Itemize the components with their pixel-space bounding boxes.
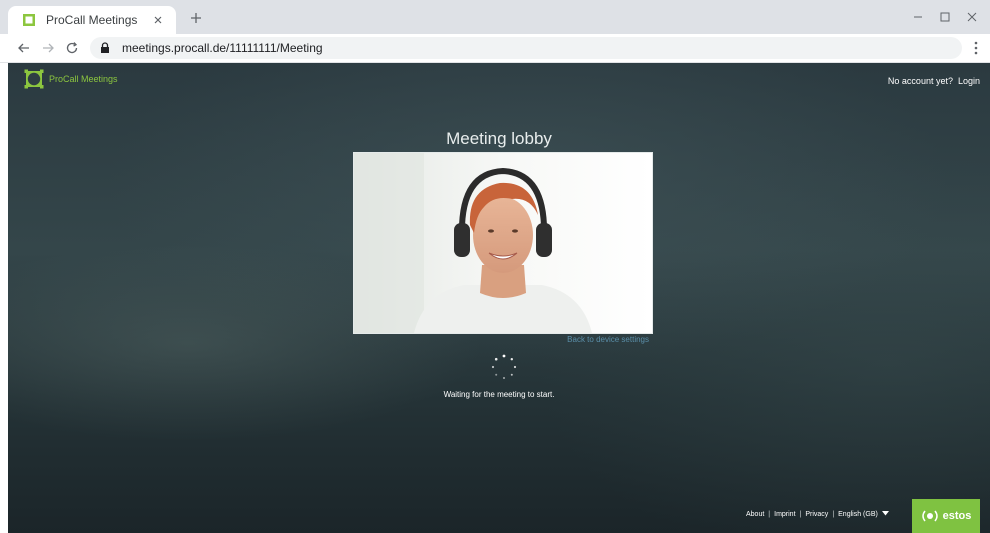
back-arrow-icon[interactable] bbox=[14, 38, 34, 58]
page-viewport: ProCall Meetings No account yet? Login M… bbox=[8, 63, 990, 533]
caret-down-icon bbox=[881, 511, 889, 516]
no-account-link[interactable]: No account yet? bbox=[888, 76, 953, 86]
browser-toolbar: meetings.procall.de/11111111/Meeting bbox=[0, 34, 990, 63]
loading-spinner-icon bbox=[489, 352, 519, 382]
separator: | bbox=[832, 511, 835, 518]
maximize-icon[interactable] bbox=[935, 8, 955, 26]
procall-logo-icon bbox=[22, 13, 36, 27]
login-link[interactable]: Login bbox=[958, 76, 980, 86]
browser-tab[interactable]: ProCall Meetings bbox=[8, 6, 176, 34]
about-link[interactable]: About bbox=[746, 511, 764, 518]
waiting-status-text: Waiting for the meeting to start. bbox=[443, 390, 555, 399]
lock-icon bbox=[98, 41, 112, 55]
estos-brand-text: estos bbox=[942, 510, 972, 522]
address-bar[interactable]: meetings.procall.de/11111111/Meeting bbox=[90, 37, 962, 59]
plus-icon[interactable] bbox=[186, 8, 206, 28]
separator: | bbox=[799, 511, 802, 518]
forward-arrow-icon[interactable] bbox=[38, 38, 58, 58]
more-vert-icon[interactable] bbox=[968, 38, 984, 58]
footer-links: About | Imprint | Privacy | English (GB) bbox=[746, 511, 889, 518]
procall-logo-icon bbox=[24, 69, 44, 89]
account-links: No account yet? Login bbox=[888, 76, 980, 86]
url-text: meetings.procall.de/11111111/Meeting bbox=[122, 41, 323, 55]
page-title: Meeting lobby bbox=[446, 129, 552, 148]
browser-tabstrip: ProCall Meetings bbox=[0, 0, 990, 34]
reload-icon[interactable] bbox=[62, 38, 82, 58]
close-icon[interactable] bbox=[150, 12, 166, 28]
minimize-icon[interactable] bbox=[908, 8, 928, 26]
video-preview bbox=[353, 152, 653, 334]
app-logo[interactable]: ProCall Meetings bbox=[24, 69, 118, 89]
app-logo-text: ProCall Meetings bbox=[49, 74, 118, 84]
estos-logo-icon bbox=[921, 510, 939, 522]
participant-video-image bbox=[354, 153, 652, 333]
estos-logo[interactable]: estos bbox=[912, 499, 980, 533]
tab-title: ProCall Meetings bbox=[46, 13, 138, 27]
language-selector[interactable]: English (GB) bbox=[838, 511, 889, 518]
close-icon[interactable] bbox=[962, 8, 982, 26]
imprint-link[interactable]: Imprint bbox=[774, 511, 795, 518]
privacy-link[interactable]: Privacy bbox=[805, 511, 828, 518]
back-to-device-settings-link[interactable]: Back to device settings bbox=[353, 335, 649, 344]
language-label: English (GB) bbox=[838, 511, 878, 518]
separator: | bbox=[768, 511, 771, 518]
